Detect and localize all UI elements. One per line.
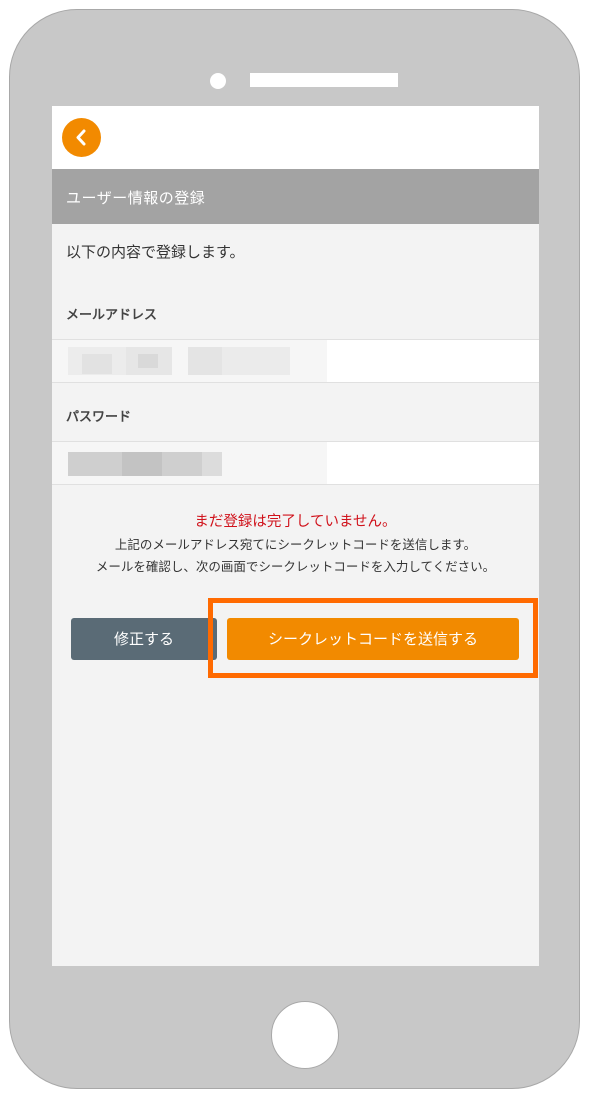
note-line-2: メールを確認し、次の画面でシークレットコードを入力してください。 [95, 559, 496, 574]
edit-button[interactable]: 修正する [71, 618, 217, 660]
app-screen: ユーザー情報の登録 以下の内容で登録します。 メールアドレス パスワード まだ登… [52, 106, 539, 966]
intro-text: 以下の内容で登録します。 [66, 243, 245, 261]
password-label: パスワード [66, 410, 132, 425]
email-label: メールアドレス [66, 308, 158, 323]
email-blur [52, 340, 327, 382]
warning-text: まだ登録は完了していません。 [194, 514, 397, 530]
speaker [250, 73, 398, 87]
email-value-row [52, 339, 539, 383]
top-bar [52, 106, 539, 169]
section-header: ユーザー情報の登録 [52, 169, 539, 224]
back-button[interactable] [62, 118, 101, 157]
camera [210, 73, 226, 89]
section-title: ユーザー情報の登録 [66, 189, 206, 207]
note-line-1: 上記のメールアドレス宛てにシークレットコードを送信します。 [114, 537, 477, 552]
password-blur [52, 442, 327, 484]
highlight-box [208, 598, 538, 678]
chevron-left-icon [76, 129, 86, 146]
home-button[interactable] [271, 1001, 339, 1069]
password-value-row [52, 441, 539, 485]
